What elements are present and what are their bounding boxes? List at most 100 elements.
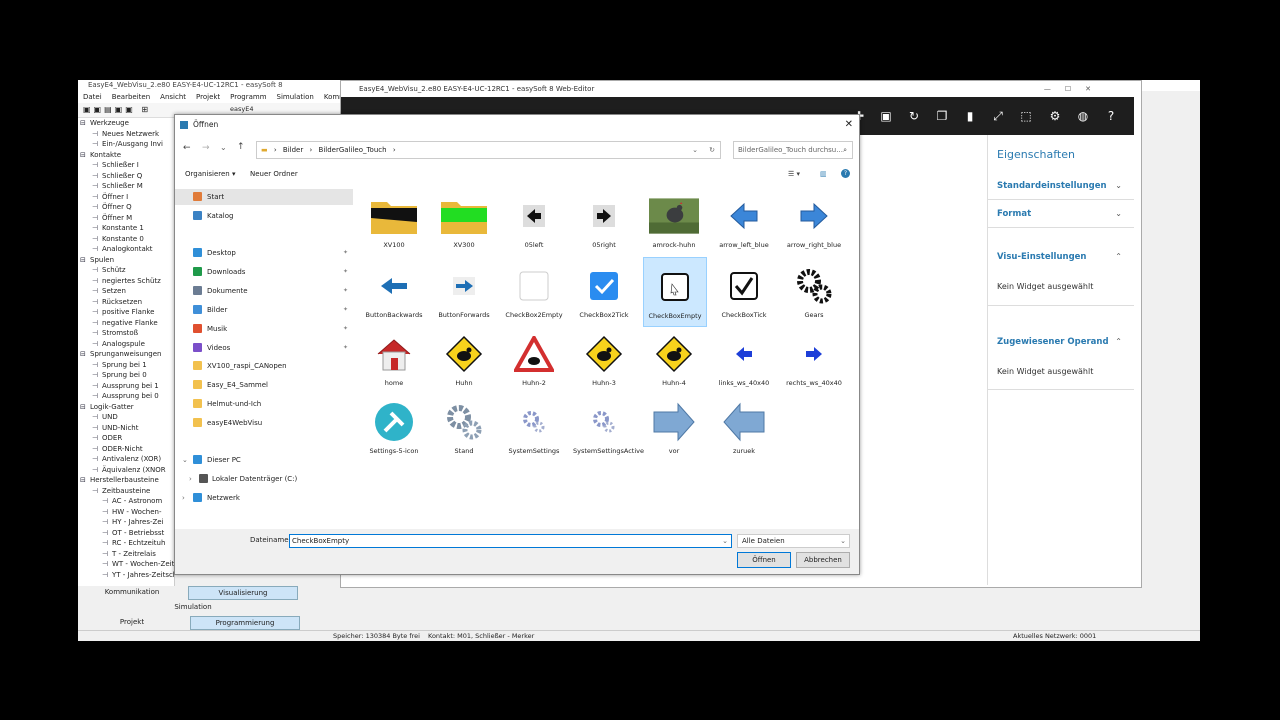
chevron-down-icon[interactable]: ⌄ (220, 143, 227, 152)
file-item[interactable]: 05right (573, 187, 635, 255)
pin-icon[interactable]: ✦ (343, 302, 348, 318)
tree-item[interactable]: ⊟ Werkzeuge (80, 118, 129, 128)
tree-item[interactable]: ⊣ Konstante 0 (92, 234, 144, 244)
tree-item[interactable]: ⊣ Öffner Q (92, 202, 132, 212)
nav-item[interactable]: Musik ✦ (175, 321, 353, 337)
tree-item[interactable]: ⊣ ODER (92, 433, 122, 443)
gear-icon[interactable]: ⚙ (1047, 108, 1063, 124)
tree-item[interactable]: ⊣ Öffner M (92, 213, 132, 223)
nav-item[interactable]: › Netzwerk (175, 490, 353, 506)
filename-input[interactable]: CheckBoxEmpty ⌄ (289, 534, 732, 548)
menu-ansicht[interactable]: Ansicht (160, 93, 186, 101)
chevron-down-icon[interactable]: ⌄ (722, 535, 728, 547)
chevron-down-icon[interactable]: ⌄ (692, 142, 698, 158)
file-item[interactable]: SystemSettingsActive (573, 393, 644, 461)
file-item[interactable]: arrow_left_blue (713, 187, 775, 255)
tree-item[interactable]: ⊣ HY - Jahres-Zei (102, 517, 164, 527)
file-item[interactable]: CheckBoxTick (713, 257, 775, 325)
tree-item[interactable]: ⊣ OT - Betriebsst (102, 528, 164, 538)
forward-arrow-icon[interactable]: → (202, 143, 210, 153)
file-item[interactable]: XV100 (363, 187, 425, 255)
tree-item[interactable]: ⊟ Herstellerbausteine (80, 475, 159, 485)
up-arrow-icon[interactable]: ↑ (237, 142, 245, 152)
copy-icon[interactable]: ❐ (934, 108, 950, 124)
tree-item[interactable]: ⊣ Sprung bei 1 (92, 360, 147, 370)
tree-item[interactable]: ⊣ UND (92, 412, 118, 422)
tree-item[interactable]: ⊣YT - Jahres-Zeitschaltuhr (neu) (102, 570, 174, 580)
pin-icon[interactable]: ✦ (343, 283, 348, 299)
pin-icon[interactable]: ✦ (343, 264, 348, 280)
tree-item[interactable]: ⊣ Sprung bei 0 (92, 370, 147, 380)
file-item[interactable]: XV300 (433, 187, 495, 255)
nav-item[interactable]: Dokumente ✦ (175, 283, 353, 299)
visu-settings-header[interactable]: Visu-Einstellungen (997, 252, 1086, 262)
nav-item[interactable]: Desktop ✦ (175, 245, 353, 261)
file-item[interactable]: links_ws_40x40 (713, 325, 775, 393)
globe-icon[interactable]: ◍ (1075, 108, 1091, 124)
tree-item[interactable]: ⊣ T - Zeitrelais (102, 549, 156, 559)
nav-item[interactable]: XV100_raspi_CANopen (175, 358, 353, 374)
file-item[interactable]: 05left (503, 187, 565, 255)
refresh-icon[interactable]: ↻ (709, 142, 715, 158)
file-item[interactable]: home (363, 325, 425, 393)
operand-header[interactable]: Zugewiesener Operand (997, 337, 1109, 347)
visualisierung-button[interactable]: Visualisierung (188, 586, 298, 600)
file-item[interactable]: amrock-huhn (643, 187, 705, 255)
organize-button[interactable]: Organisieren ▾ (185, 163, 235, 185)
pin-icon[interactable]: ✦ (343, 340, 348, 356)
tree-item[interactable]: ⊣ Öffner I (92, 192, 128, 202)
tree-item[interactable]: ⊣ Schließer Q (92, 171, 142, 181)
help-icon[interactable]: ? (841, 169, 850, 178)
programmierung-button[interactable]: Programmierung (190, 616, 300, 630)
chevron-up-icon[interactable]: ⌃ (1115, 252, 1122, 261)
tree-item[interactable]: ⊣ Konstante 1 (92, 223, 144, 233)
tree-item[interactable]: ⊟ Kontakte (80, 150, 121, 160)
menu-simulation[interactable]: Simulation (277, 93, 314, 101)
tree-item[interactable]: ⊣ AC - Astronom (102, 496, 162, 506)
nav-item[interactable]: Katalog (175, 208, 353, 224)
format-header[interactable]: Format (997, 209, 1031, 219)
pin-icon[interactable]: ✦ (343, 245, 348, 261)
nav-item[interactable]: Bilder ✦ (175, 302, 353, 318)
open-button[interactable]: Öffnen (737, 552, 791, 568)
chevron-right-icon[interactable]: › (189, 471, 192, 487)
tree-item[interactable]: ⊣ Analogspule (92, 339, 145, 349)
device-combo[interactable]: easyE4 (230, 105, 253, 113)
file-item[interactable]: CheckBox2Tick (573, 257, 635, 325)
tree-item[interactable]: ⊟ Sprunganweisungen (80, 349, 162, 359)
pin-icon[interactable]: ✦ (343, 321, 348, 337)
file-item[interactable]: vor (643, 393, 705, 461)
toolbar-icons[interactable]: ▣▣▤▣▣ ⊞ (83, 105, 151, 114)
expand-icon[interactable]: ⤢ (990, 108, 1006, 124)
delete-icon[interactable]: ▮ (962, 108, 978, 124)
tree-item[interactable]: ⊣ Schütz (92, 265, 126, 275)
file-item[interactable]: SystemSettings (503, 393, 565, 461)
file-item[interactable]: Huhn-4 (643, 325, 705, 393)
breadcrumb-folder[interactable]: BilderGalileo_Touch (319, 146, 387, 154)
filetype-select[interactable]: Alle Dateien ⌄ (737, 534, 850, 548)
menu-datei[interactable]: Datei (83, 93, 102, 101)
breadcrumb-bilder[interactable]: Bilder (283, 146, 303, 154)
chevron-right-icon[interactable]: › (182, 490, 185, 506)
view-icon[interactable]: ☰ ▾ (788, 163, 800, 185)
menu-projekt[interactable]: Projekt (196, 93, 220, 101)
tree-item[interactable]: ⊟ Logik-Gatter (80, 402, 134, 412)
new-folder-button[interactable]: Neuer Ordner (250, 163, 298, 185)
file-item[interactable]: ButtonForwards (433, 257, 495, 325)
standard-settings-header[interactable]: Standardeinstellungen (997, 181, 1107, 191)
nav-item[interactable]: Helmut-und-Ich (175, 396, 353, 412)
chevron-down-icon[interactable]: ⌄ (840, 535, 846, 547)
tree-item[interactable]: ⊣ HW - Wochen- (102, 507, 162, 517)
tree-item[interactable]: ⊣ positive Flanke (92, 307, 155, 317)
nav-item[interactable]: ⌄ Dieser PC (175, 452, 353, 468)
refresh-icon[interactable]: ↻ (906, 108, 922, 124)
address-bar[interactable]: ▬ › Bilder › BilderGalileo_Touch › ⌄ ↻ (256, 141, 721, 159)
chevron-up-icon[interactable]: ⌃ (1115, 337, 1122, 346)
menu-bearbeiten[interactable]: Bearbeiten (112, 93, 150, 101)
tree-item[interactable]: ⊣ Zeitbausteine (92, 486, 150, 496)
cancel-button[interactable]: Abbrechen (796, 552, 850, 568)
help-icon[interactable]: ? (1103, 108, 1119, 124)
tree-item[interactable]: ⊣ Schließer M (92, 181, 143, 191)
tree-item[interactable]: ⊣ UND-Nicht (92, 423, 139, 433)
tree-item[interactable]: ⊣ Antivalenz (XOR) (92, 454, 161, 464)
